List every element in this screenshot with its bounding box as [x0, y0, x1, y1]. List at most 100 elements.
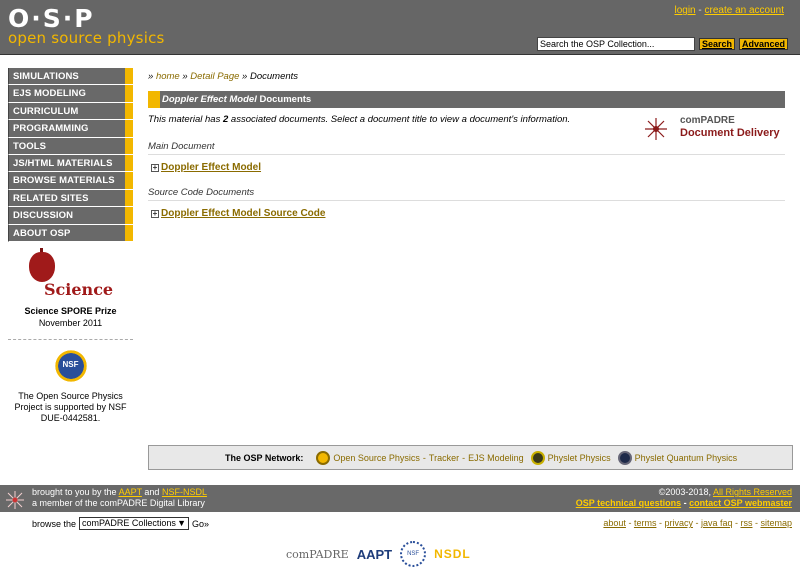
sidebar-item-curriculum[interactable]: CURRICULUM	[8, 102, 133, 121]
breadcrumb-current: Documents	[249, 71, 299, 82]
source-code-link[interactable]: Doppler Effect Model Source Code	[161, 208, 325, 219]
nsdl-logo[interactable]: NSDL	[434, 547, 471, 561]
sidebar-item-related-sites[interactable]: RELATED SITES	[8, 189, 133, 208]
expand-plus-icon[interactable]: +	[151, 209, 159, 218]
sidebar-divider	[8, 339, 133, 340]
document-delivery-label: Document Delivery	[680, 127, 780, 139]
network-label: The OSP Network:	[225, 452, 304, 463]
contact-webmaster-link[interactable]: contact OSP webmaster	[689, 498, 792, 508]
search-input[interactable]	[536, 37, 695, 51]
network-dash: -	[462, 452, 466, 463]
breadcrumb-sep: »	[242, 71, 248, 82]
sitemap-link[interactable]: sitemap	[760, 518, 792, 528]
search-button[interactable]: Search	[698, 38, 735, 50]
compadre-document-delivery-logo[interactable]: comPADRE Document Delivery	[640, 113, 786, 143]
main-document-item: + Doppler Effect Model	[151, 162, 261, 173]
sidebar-item-accent	[125, 154, 133, 172]
intro-text: This material has 2 associated documents…	[148, 114, 570, 125]
about-link[interactable]: about	[603, 518, 626, 528]
breadcrumb-sep: »	[182, 71, 188, 82]
sidebar-item-label: DISCUSSION	[13, 210, 74, 222]
footer-member: a member of the comPADRE Digital Library	[32, 498, 205, 508]
nsdl-logo-text: NSDL	[434, 547, 471, 561]
rights-link[interactable]: All Rights Reserved	[713, 487, 792, 497]
sidebar-item-label: SIMULATIONS	[13, 71, 79, 82]
sidebar-item-label: PROGRAMMING	[13, 123, 89, 135]
osp-network-bar: The OSP Network: Open Source Physics - T…	[148, 445, 793, 470]
osp-logo[interactable]: O·S·P open source physics	[8, 6, 178, 50]
sidebar-item-accent	[125, 120, 133, 137]
java-faq-link[interactable]: java faq	[701, 518, 733, 528]
sidebar-item-label: RELATED SITES	[13, 192, 89, 204]
sidebar-item-accent	[125, 189, 133, 207]
sidebar-nav: SIMULATIONS EJS MODELING CURRICULUM PROG…	[8, 68, 133, 242]
breadcrumb-sep: »	[148, 71, 154, 82]
sidebar-item-js-html-materials[interactable]: JS/HTML MATERIALS	[8, 154, 133, 173]
spore-prize-date: November 2011	[38, 318, 103, 328]
science-logo[interactable]: Science	[8, 248, 133, 302]
collections-select[interactable]: comPADRE Collections ▼	[79, 517, 190, 530]
footer-and: and	[141, 487, 162, 497]
compadre-logo[interactable]: comPADRE	[286, 548, 349, 561]
breadcrumb-detail-link[interactable]: Detail Page	[190, 71, 239, 82]
intro-post: associated documents. Select a document …	[228, 114, 571, 125]
account-links: login - create an account	[674, 5, 784, 16]
main-document-link[interactable]: Doppler Effect Model	[161, 162, 261, 173]
sidebar-item-accent	[125, 137, 133, 154]
sidebar-item-tools[interactable]: TOOLS	[8, 137, 133, 155]
sidebar-item-about-osp[interactable]: ABOUT OSP	[8, 224, 133, 242]
quantum-physlet-icon	[617, 450, 632, 465]
spore-prize-block: Science Science SPORE Prize November 201…	[8, 248, 133, 328]
intro-pre: This material has	[148, 114, 223, 125]
page-title-material: Doppler Effect Model	[162, 94, 257, 105]
login-link[interactable]: login	[674, 5, 695, 16]
nsf-logo-icon[interactable]: NSF	[50, 346, 91, 386]
source-code-item: + Doppler Effect Model Source Code	[151, 208, 325, 219]
page-title-suffix: Documents	[256, 94, 312, 105]
advanced-search-button[interactable]: Advanced	[738, 38, 788, 50]
network-quantum-link[interactable]: Physlet Quantum Physics	[635, 453, 738, 463]
sidebar-item-accent	[125, 85, 133, 102]
physlet-icon	[530, 450, 545, 465]
source-code-heading: Source Code Documents	[148, 187, 255, 198]
compadre-spark-icon	[6, 491, 24, 509]
aapt-link[interactable]: AAPT	[119, 487, 142, 497]
site-footer: brought to you by the AAPT and NSF-NSDL …	[0, 485, 800, 512]
sidebar-item-label: BROWSE MATERIALS	[13, 175, 115, 187]
sidebar-item-discussion[interactable]: DISCUSSION	[8, 207, 133, 225]
browse-collections: browse the comPADRE Collections ▼ Go»	[32, 517, 209, 530]
nsf-support-text: The Open Source Physics Project is suppo…	[14, 391, 127, 423]
breadcrumb-home-link[interactable]: home	[156, 71, 180, 82]
network-ejs-link[interactable]: EJS Modeling	[468, 453, 524, 463]
sidebar-item-accent	[125, 207, 133, 224]
create-account-link[interactable]: create an account	[705, 5, 785, 16]
sidebar-item-accent	[125, 102, 133, 120]
aapt-logo[interactable]: AAPT	[357, 547, 392, 562]
sidebar-item-ejs-modeling[interactable]: EJS MODELING	[8, 85, 133, 103]
sidebar-item-label: EJS MODELING	[13, 88, 86, 100]
rss-link[interactable]: rss	[740, 518, 752, 528]
copyright-text: ©2003-2018,	[658, 487, 713, 497]
sidebar-item-simulations[interactable]: SIMULATIONS	[8, 68, 133, 86]
network-tracker-link[interactable]: Tracker	[429, 453, 459, 463]
main-document-heading: Main Document	[148, 141, 215, 152]
expand-plus-icon[interactable]: +	[151, 163, 159, 172]
site-header: O·S·P open source physics login - create…	[0, 0, 800, 55]
sidebar-item-accent	[125, 224, 133, 241]
terms-link[interactable]: terms	[634, 518, 657, 528]
sidebar-item-programming[interactable]: PROGRAMMING	[8, 120, 133, 138]
apple-icon	[29, 252, 55, 282]
nsf-nsdl-link[interactable]: NSF-NSDL	[162, 487, 207, 497]
science-logo-text: Science	[44, 280, 114, 299]
sidebar-item-browse-materials[interactable]: BROWSE MATERIALS	[8, 172, 133, 190]
network-osp-link[interactable]: Open Source Physics	[333, 453, 420, 463]
nsf-seal-icon[interactable]: NSF	[400, 541, 427, 567]
partner-logos: comPADRE AAPT NSF NSDL	[286, 539, 516, 569]
tech-questions-link[interactable]: OSP technical questions	[576, 498, 681, 508]
network-physlet-link[interactable]: Physlet Physics	[548, 453, 611, 463]
sidebar-item-label: ABOUT OSP	[13, 227, 71, 239]
privacy-link[interactable]: privacy	[664, 518, 693, 528]
account-separator: -	[695, 5, 705, 16]
go-button[interactable]: Go»	[192, 519, 209, 529]
compadre-spark-icon	[645, 118, 667, 140]
